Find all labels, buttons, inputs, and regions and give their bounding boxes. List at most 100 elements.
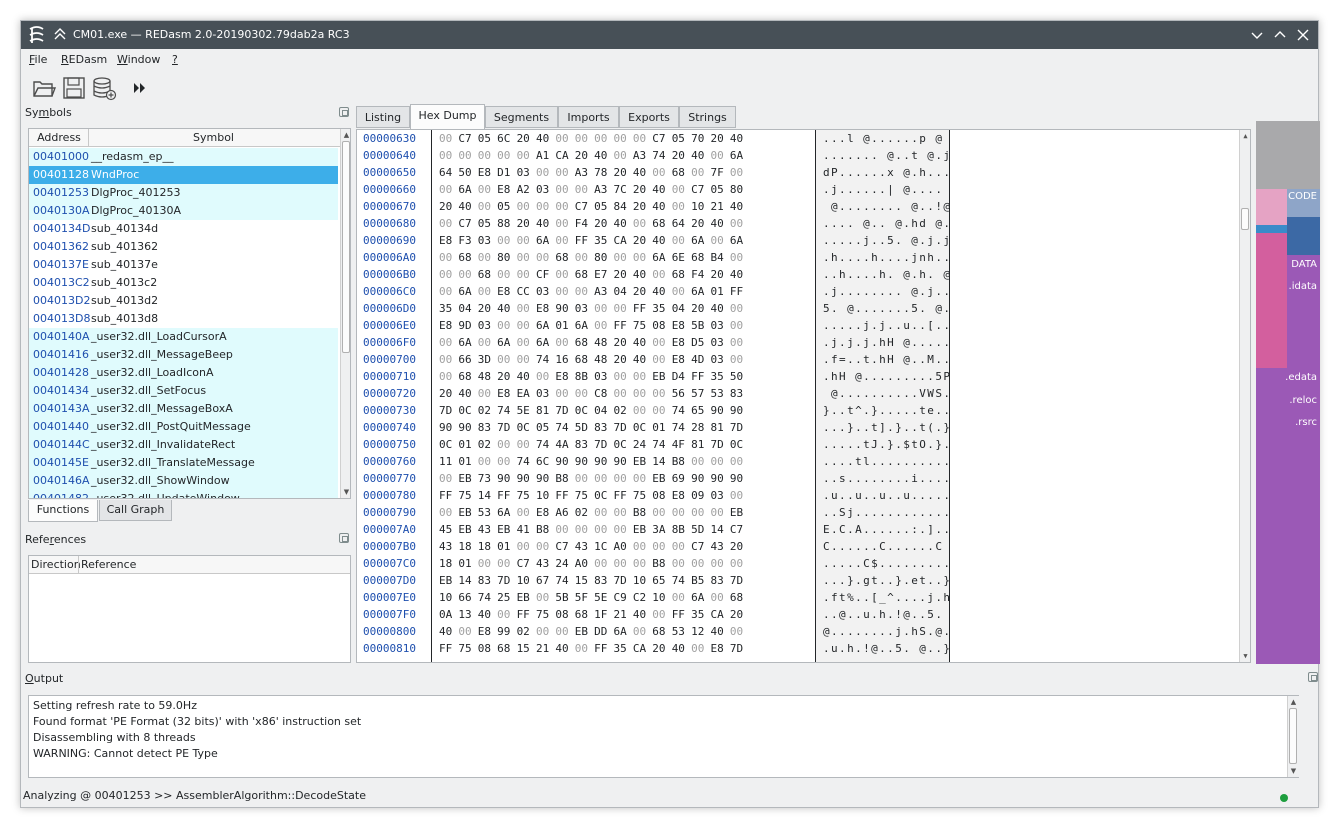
symbol-row[interactable]: 00401482 _user32.dll_UpdateWindow bbox=[29, 490, 338, 498]
tab-hex-dump[interactable]: Hex Dump bbox=[410, 104, 485, 129]
hex-ascii[interactable]: ...l @......p @ bbox=[823, 132, 943, 145]
hex-offset[interactable]: 000007B0 bbox=[363, 540, 416, 553]
symbols-scrollbar[interactable]: ▲ ▼ bbox=[340, 129, 350, 498]
hex-offset[interactable]: 00000640 bbox=[363, 149, 416, 162]
hex-ascii[interactable]: .f=..t.hH @..M.. bbox=[823, 353, 951, 366]
hex-bytes[interactable]: 10 66 74 25 EB 00 5B 5F 5E C9 C2 10 00 6A 00 68 bbox=[439, 591, 749, 604]
hex-bytes[interactable]: EB 14 83 7D 10 67 74 15 83 7D 10 65 74 B5 83 7D bbox=[439, 574, 749, 587]
hex-offset[interactable]: 00000660 bbox=[363, 183, 416, 196]
symbols-float-icon[interactable] bbox=[339, 107, 349, 117]
symbol-row[interactable]: 00401253 DlgProc_401253 bbox=[29, 184, 338, 202]
hex-offset[interactable]: 000006E0 bbox=[363, 319, 416, 332]
minimize-icon[interactable] bbox=[1248, 26, 1266, 44]
save-icon[interactable] bbox=[61, 75, 87, 101]
segment-navigation-bar[interactable]: CODE DATA .idata .edata .reloc .rsrc bbox=[1256, 121, 1320, 664]
hex-bytes[interactable]: FF 75 08 68 15 21 40 00 FF 35 CA 20 40 00 E8 7D bbox=[439, 642, 749, 655]
hex-offset[interactable]: 00000720 bbox=[363, 387, 416, 400]
hex-bytes[interactable]: 00 66 3D 00 00 74 16 68 48 20 40 00 E8 4D 03 00 bbox=[439, 353, 749, 366]
column-symbol[interactable]: Symbol bbox=[89, 131, 338, 144]
database-add-icon[interactable] bbox=[91, 75, 117, 101]
hex-offset[interactable]: 00000730 bbox=[363, 404, 416, 417]
hex-bytes[interactable]: 35 04 20 40 00 E8 90 03 00 00 FF 35 04 20 40 00 bbox=[439, 302, 749, 315]
hex-ascii[interactable]: .u..u..u..u..... bbox=[823, 489, 951, 502]
hex-ascii[interactable]: @........j.hS.@. bbox=[823, 625, 951, 638]
hex-offset[interactable]: 00000630 bbox=[363, 132, 416, 145]
hex-ascii[interactable]: @..........VWS. bbox=[823, 387, 951, 400]
tab-strings[interactable]: Strings bbox=[679, 106, 736, 128]
hex-offset[interactable]: 00000700 bbox=[363, 353, 416, 366]
hex-offset[interactable]: 000006F0 bbox=[363, 336, 416, 349]
hex-bytes[interactable]: 00 6A 00 E8 A2 03 00 00 A3 7C 20 40 00 C7 05 80 bbox=[439, 183, 749, 196]
column-reference[interactable]: Reference bbox=[81, 558, 136, 571]
hex-offset[interactable]: 000006B0 bbox=[363, 268, 416, 281]
hex-offset[interactable]: 00000750 bbox=[363, 438, 416, 451]
hex-ascii[interactable]: .j.j.j.hH @..... bbox=[823, 336, 951, 349]
tab-listing[interactable]: Listing bbox=[356, 106, 410, 128]
hex-bytes[interactable]: 00 EB 73 90 90 90 B8 00 00 00 00 EB 69 90 90 90 bbox=[439, 472, 749, 485]
references-float-icon[interactable] bbox=[339, 533, 349, 543]
symbol-row[interactable]: 00401434 _user32.dll_SetFocus bbox=[29, 382, 338, 400]
scroll-thumb[interactable] bbox=[1289, 708, 1297, 764]
hex-bytes[interactable]: 90 90 83 7D 0C 05 74 5D 83 7D 0C 01 74 28 81 7D bbox=[439, 421, 749, 434]
hex-bytes[interactable]: 00 C7 05 88 20 40 00 F4 20 40 00 68 64 20 40 00 bbox=[439, 217, 749, 230]
references-table[interactable]: Direction Reference bbox=[28, 555, 351, 663]
keep-above-icon[interactable] bbox=[53, 27, 67, 41]
hex-bytes[interactable]: 11 01 00 00 74 6C 90 90 90 90 EB 14 B8 00 00 00 bbox=[439, 455, 749, 468]
symbol-row[interactable]: 00401428 _user32.dll_LoadIconA bbox=[29, 364, 338, 382]
hex-bytes[interactable]: 45 EB 43 EB 41 B8 00 00 00 00 EB 3A 8B 5D 14 C7 bbox=[439, 523, 749, 536]
hex-offset[interactable]: 000007E0 bbox=[363, 591, 416, 604]
symbol-row[interactable]: 00401440 _user32.dll_PostQuitMessage bbox=[29, 418, 338, 436]
hex-offset[interactable]: 00000670 bbox=[363, 200, 416, 213]
hex-ascii[interactable]: .....C$......... bbox=[823, 557, 951, 570]
symbol-row[interactable]: 0040143A _user32.dll_MessageBoxA bbox=[29, 400, 338, 418]
hex-ascii[interactable]: .ft%..[_^....j.h bbox=[823, 591, 951, 604]
hex-offset[interactable]: 000007D0 bbox=[363, 574, 416, 587]
hex-scrollbar[interactable]: ▲ ▼ bbox=[1239, 130, 1250, 662]
scroll-thumb[interactable] bbox=[1241, 208, 1249, 230]
hex-bytes[interactable]: FF 75 14 FF 75 10 FF 75 0C FF 75 08 E8 09 03 00 bbox=[439, 489, 749, 502]
symbol-row[interactable]: 0040134D sub_40134d bbox=[29, 220, 338, 238]
hex-bytes[interactable]: E8 9D 03 00 00 6A 01 6A 00 FF 75 08 E8 5B 03 00 bbox=[439, 319, 749, 332]
hex-ascii[interactable]: 5. @.......5. @. bbox=[823, 302, 951, 315]
hex-ascii[interactable]: E.C.A......:.]..​ bbox=[823, 523, 951, 536]
tab-functions[interactable]: Functions bbox=[28, 500, 98, 522]
hex-offset[interactable]: 00000770 bbox=[363, 472, 416, 485]
hex-bytes[interactable]: E8 F3 03 00 00 6A 00 FF 35 CA 20 40 00 6A 00 6A bbox=[439, 234, 749, 247]
hex-ascii[interactable]: dP......x @.h... bbox=[823, 166, 951, 179]
hex-bytes[interactable]: 00 6A 00 E8 CC 03 00 00 A3 04 20 40 00 6A 01 FF bbox=[439, 285, 749, 298]
menu-window[interactable]: Window bbox=[117, 53, 160, 66]
hex-ascii[interactable]: .j......| @.... bbox=[823, 183, 943, 196]
hex-bytes[interactable]: 00 00 68 00 00 CF 00 68 E7 20 40 00 68 F4 20 40 bbox=[439, 268, 749, 281]
symbol-row[interactable]: 0040145E _user32.dll_TranslateMessage bbox=[29, 454, 338, 472]
hex-offset[interactable]: 00000780 bbox=[363, 489, 416, 502]
hex-offset[interactable]: 000006D0 bbox=[363, 302, 416, 315]
hex-ascii[interactable]: C......C......C bbox=[823, 540, 951, 553]
hex-bytes[interactable]: 40 00 E8 99 02 00 00 EB DD 6A 00 68 53 12 40 00 bbox=[439, 625, 749, 638]
hex-ascii[interactable]: ....... @..t @.j bbox=[823, 149, 951, 162]
hex-offset[interactable]: 000007F0 bbox=[363, 608, 416, 621]
symbols-table[interactable]: Address Symbol 00401000 __redasm_ep__ 0040… bbox=[28, 128, 351, 499]
hex-offset[interactable]: 00000690 bbox=[363, 234, 416, 247]
symbol-row[interactable]: 004013D8 sub_4013d8 bbox=[29, 310, 338, 328]
menu-file[interactable]: File bbox=[29, 53, 47, 66]
hex-ascii[interactable]: .hH @.........5P bbox=[823, 370, 951, 383]
hex-bytes[interactable]: 20 40 00 E8 EA 03 00 00 C8 00 00 00 56 57 53 83 bbox=[439, 387, 749, 400]
hex-offset[interactable]: 00000800 bbox=[363, 625, 416, 638]
hex-offset[interactable]: 00000680 bbox=[363, 217, 416, 230]
hex-offset[interactable]: 00000810 bbox=[363, 642, 416, 655]
hex-ascii[interactable]: .....tJ.}.$tO.}. bbox=[823, 438, 951, 451]
scroll-up-icon[interactable]: ▲ bbox=[342, 130, 350, 140]
scroll-down-icon[interactable]: ▼ bbox=[342, 487, 350, 497]
hex-offset[interactable]: 00000760 bbox=[363, 455, 416, 468]
hex-offset[interactable]: 00000790 bbox=[363, 506, 416, 519]
hex-ascii[interactable]: .u.h.!@..5. @..} bbox=[823, 642, 951, 655]
hex-offset[interactable]: 00000740 bbox=[363, 421, 416, 434]
hex-ascii[interactable]: .....j..5. @.j.j bbox=[823, 234, 951, 247]
hex-ascii[interactable]: ..@..u.h.!@..5. bbox=[823, 608, 951, 621]
symbol-row[interactable]: 00401000 __redasm_ep__ bbox=[29, 148, 338, 166]
scroll-down-icon[interactable]: ▼ bbox=[1289, 766, 1298, 776]
maximize-icon[interactable] bbox=[1271, 26, 1289, 44]
output-log[interactable]: Setting refresh rate to 59.0Hz Found for… bbox=[28, 695, 1299, 778]
tab-call-graph[interactable]: Call Graph bbox=[99, 500, 172, 521]
symbol-row[interactable]: 0040137E sub_40137e bbox=[29, 256, 338, 274]
